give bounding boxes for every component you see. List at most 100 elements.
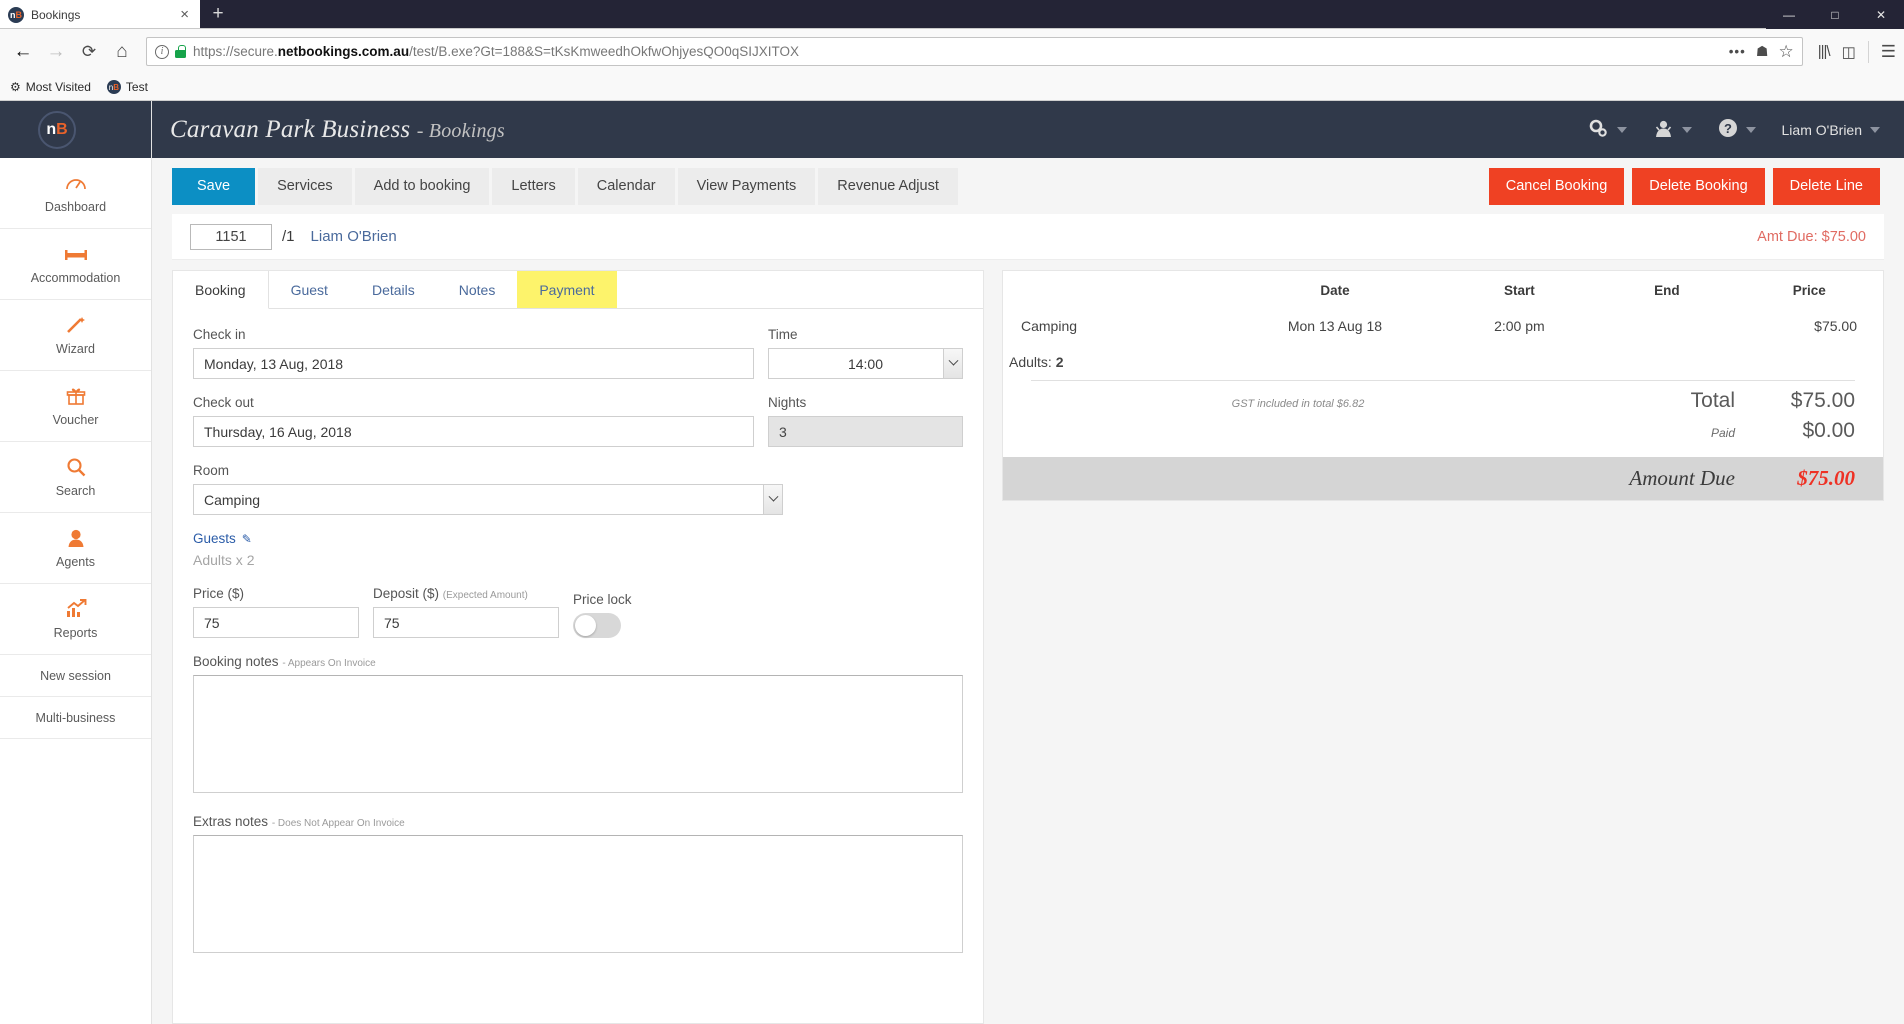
- sidebar-icon[interactable]: ◫: [1842, 43, 1856, 61]
- sidebar-item-dashboard[interactable]: Dashboard: [0, 158, 151, 229]
- price-lock-toggle[interactable]: [573, 613, 621, 638]
- pencil-icon: ✎: [241, 531, 252, 546]
- action-toolbar: Save Services Add to booking Letters Cal…: [152, 158, 1904, 214]
- guest-name-link[interactable]: Liam O'Brien: [311, 228, 397, 245]
- revenue-adjust-button[interactable]: Revenue Adjust: [818, 167, 958, 205]
- guests-edit-link[interactable]: Guests ✎: [193, 531, 963, 546]
- reload-button[interactable]: ⟳: [74, 37, 104, 67]
- booking-notes-textarea[interactable]: [193, 675, 963, 793]
- forward-button[interactable]: →: [41, 37, 71, 67]
- amount-due-row: Amount Due $75.00: [1003, 457, 1883, 500]
- room-value: Camping: [204, 491, 261, 508]
- svg-text:?: ?: [1724, 121, 1732, 136]
- total-label: Total: [1690, 389, 1735, 412]
- lock-icon: [175, 45, 186, 58]
- summary-item-date: Mon 13 Aug 18: [1287, 318, 1383, 334]
- site-identity[interactable]: i: [155, 44, 186, 59]
- back-button[interactable]: ←: [8, 37, 38, 67]
- bookmark-test[interactable]: nB Test: [106, 80, 148, 94]
- save-button[interactable]: Save: [172, 167, 256, 205]
- minimize-icon[interactable]: —: [1766, 0, 1812, 29]
- time-select[interactable]: 14:00: [768, 348, 963, 379]
- add-to-booking-button[interactable]: Add to booking: [354, 167, 490, 205]
- table-row[interactable]: Camping Mon 13 Aug 18 2:00 pm $75.00: [1003, 308, 1883, 344]
- price-label: Price ($): [193, 586, 245, 601]
- tab-notes[interactable]: Notes: [437, 271, 518, 308]
- delete-line-button[interactable]: Delete Line: [1772, 167, 1880, 205]
- time-value: 14:00: [847, 355, 884, 372]
- chevron-down-icon: [943, 349, 962, 378]
- url-bar[interactable]: i https://secure.netbookings.com.au/test…: [146, 37, 1803, 66]
- browser-tab[interactable]: nB Bookings ×: [0, 0, 200, 28]
- app-header: Caravan Park Business - Bookings ? Liam …: [152, 101, 1904, 158]
- sidebar-item-search[interactable]: Search: [0, 442, 151, 513]
- price-input[interactable]: [193, 607, 359, 638]
- gears-icon: [1588, 119, 1609, 141]
- pocket-icon[interactable]: ☗: [1756, 43, 1769, 60]
- time-label: Time: [768, 327, 798, 342]
- user-menu[interactable]: [1653, 119, 1692, 141]
- search-icon: [66, 456, 86, 478]
- application: nB Dashboard Accommodation Wizard Vouche…: [0, 101, 1904, 1024]
- tab-payment[interactable]: Payment: [517, 271, 617, 308]
- sidebar-item-voucher[interactable]: Voucher: [0, 371, 151, 442]
- sidebar-item-agents[interactable]: Agents: [0, 513, 151, 584]
- section-name: - Bookings: [416, 119, 505, 142]
- room-label: Room: [193, 463, 230, 478]
- settings-menu[interactable]: [1588, 119, 1627, 141]
- total-row: GST included in total $6.82 Total $75.00: [1003, 381, 1883, 417]
- nights-label: Nights: [768, 395, 807, 410]
- library-icon[interactable]: |||\: [1818, 43, 1831, 60]
- deposit-label: Deposit ($) (Expected Amount): [373, 586, 528, 601]
- summary-table: Date Start End Price Camping Mon 13 Aug …: [1003, 271, 1883, 380]
- check-in-input[interactable]: [193, 348, 754, 379]
- account-menu[interactable]: Liam O'Brien: [1782, 122, 1880, 138]
- bookmark-most-visited[interactable]: ⚙ Most Visited: [10, 80, 91, 94]
- room-select[interactable]: Camping: [193, 484, 783, 515]
- check-out-input[interactable]: [193, 416, 754, 447]
- sidebar-item-reports[interactable]: Reports: [0, 584, 151, 655]
- cancel-booking-button[interactable]: Cancel Booking: [1488, 167, 1625, 205]
- extras-notes-textarea[interactable]: [193, 835, 963, 953]
- view-payments-button[interactable]: View Payments: [677, 167, 816, 205]
- tab-strip: nB Bookings × + — □ ✕: [0, 0, 1904, 29]
- total-value: $75.00: [1790, 389, 1855, 412]
- info-icon[interactable]: i: [155, 44, 169, 59]
- tab-booking[interactable]: Booking: [173, 271, 269, 309]
- url-text: https://secure.netbookings.com.au/test/B…: [193, 44, 799, 59]
- help-menu[interactable]: ?: [1718, 118, 1756, 141]
- close-icon[interactable]: ×: [177, 7, 192, 22]
- booking-number-input[interactable]: [190, 223, 272, 250]
- tab-details[interactable]: Details: [350, 271, 437, 308]
- bed-icon: [64, 243, 88, 265]
- booking-form: Check in Time 14:00: [173, 309, 983, 958]
- sidebar-item-wizard[interactable]: Wizard: [0, 300, 151, 371]
- deposit-input[interactable]: [373, 607, 559, 638]
- maximize-icon[interactable]: □: [1812, 0, 1858, 29]
- sidebar-item-new-session[interactable]: New session: [0, 655, 151, 697]
- form-tabs: Booking Guest Details Notes Payment: [173, 271, 983, 309]
- close-window-icon[interactable]: ✕: [1858, 0, 1904, 29]
- bookmark-star-icon[interactable]: ☆: [1778, 42, 1793, 62]
- home-button[interactable]: ⌂: [107, 37, 137, 67]
- menu-icon[interactable]: ☰: [1881, 42, 1896, 62]
- services-button[interactable]: Services: [258, 167, 352, 205]
- delete-booking-button[interactable]: Delete Booking: [1632, 167, 1765, 205]
- sidebar-item-label: Agents: [56, 555, 95, 569]
- tab-guest[interactable]: Guest: [269, 271, 350, 308]
- danger-actions: Cancel Booking Delete Booking Delete Lin…: [1488, 167, 1880, 205]
- sidebar-item-multi-business[interactable]: Multi-business: [0, 697, 151, 739]
- sidebar-item-label: Reports: [53, 626, 98, 640]
- summary-col-end: End: [1654, 283, 1680, 298]
- extras-notes-sublabel: - Does Not Appear On Invoice: [271, 818, 405, 829]
- sidebar-item-label: Dashboard: [44, 200, 107, 214]
- paid-label: Paid: [1710, 426, 1735, 440]
- guests-label: Guests: [193, 531, 236, 546]
- sidebar-item-accommodation[interactable]: Accommodation: [0, 229, 151, 300]
- page-actions-icon[interactable]: •••: [1729, 44, 1746, 59]
- sidebar-filler: [0, 739, 151, 1024]
- new-tab-button[interactable]: +: [200, 0, 236, 28]
- calendar-button[interactable]: Calendar: [577, 167, 675, 205]
- sidebar-logo[interactable]: nB: [0, 101, 151, 158]
- letters-button[interactable]: Letters: [492, 167, 575, 205]
